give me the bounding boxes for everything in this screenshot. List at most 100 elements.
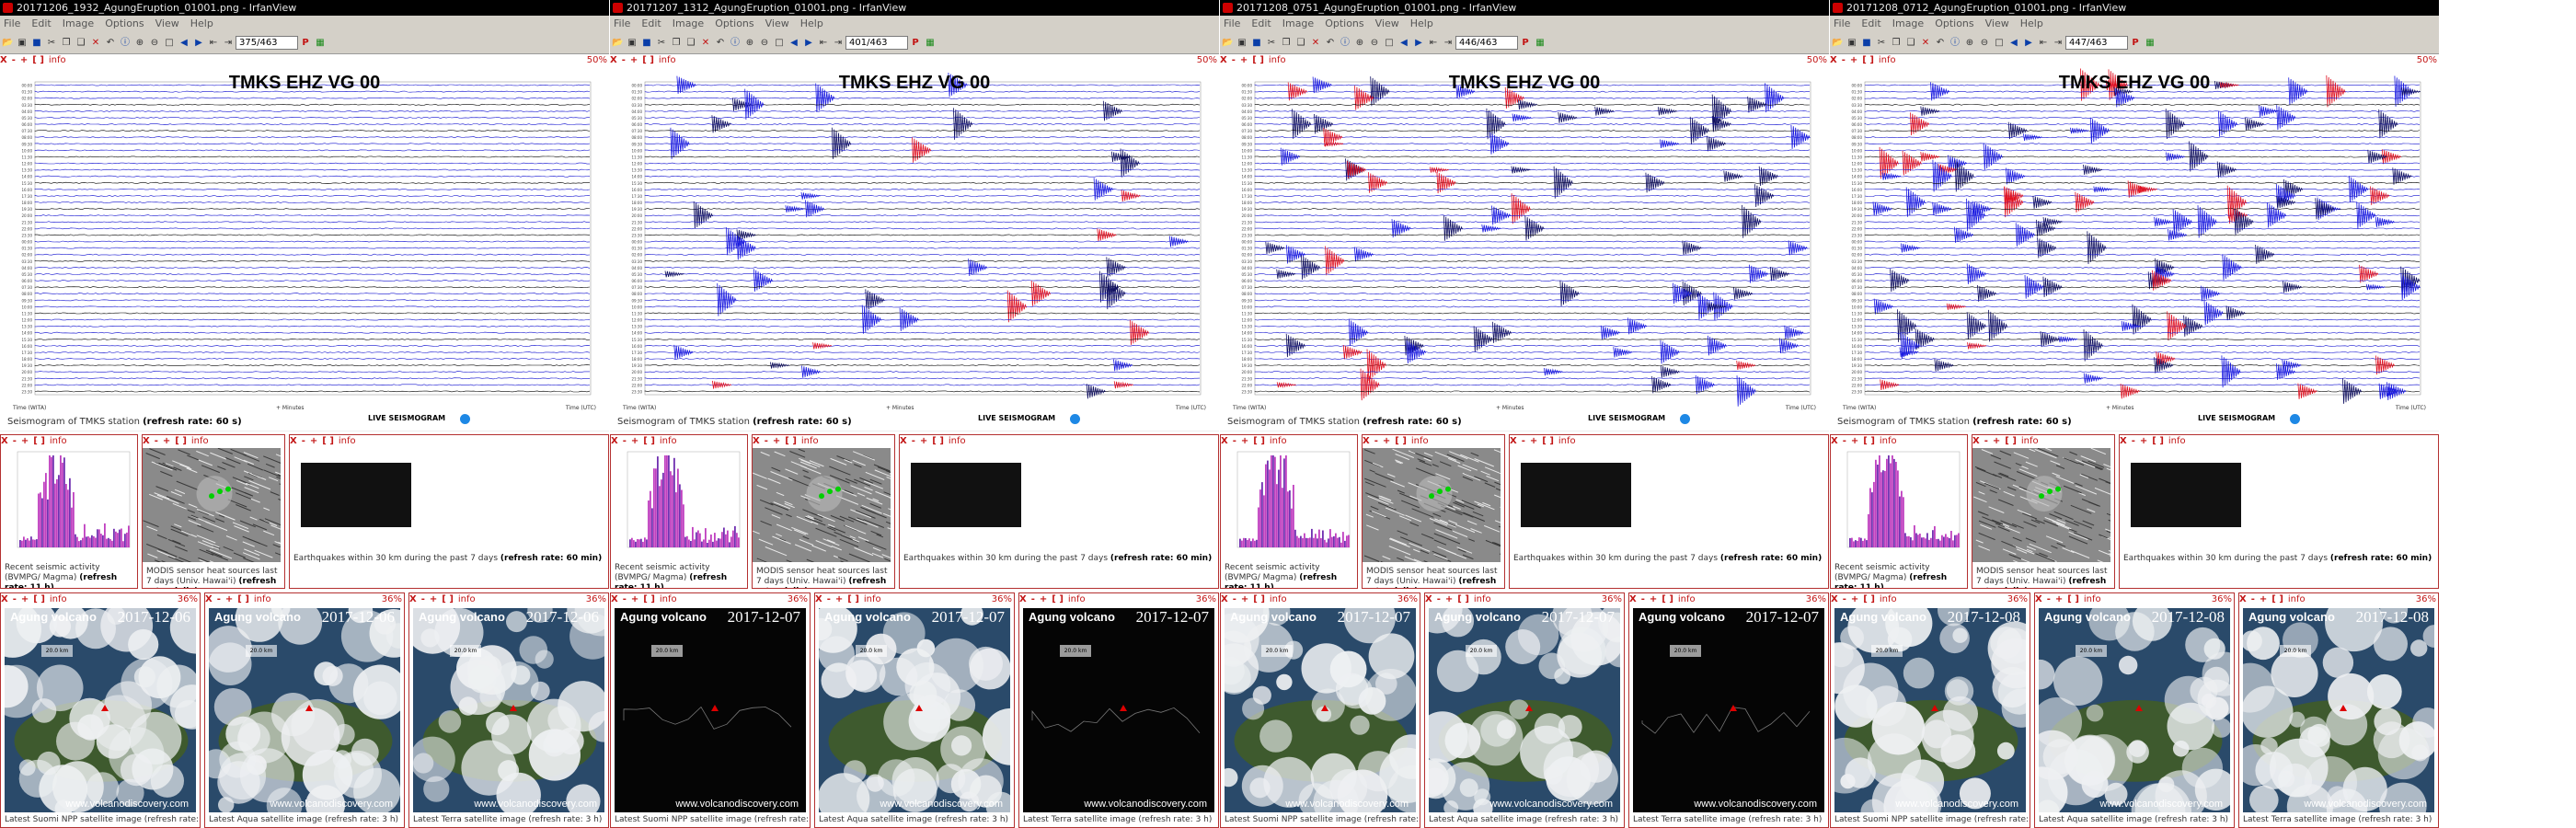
fullscreen-button[interactable]: [ ] [33, 594, 45, 604]
fullscreen-button[interactable]: [ ] [785, 436, 797, 446]
menu-view[interactable]: View [155, 17, 179, 29]
window-titlebar[interactable]: 20171206_1932_AgungEruption_01001.png - … [0, 0, 609, 16]
close-panel-button[interactable]: X [1831, 436, 1838, 446]
close-panel-button[interactable]: X [753, 436, 760, 446]
open-folder-icon[interactable]: 📂 [612, 38, 623, 49]
close-panel-button[interactable]: X [815, 594, 822, 604]
undo-icon[interactable]: ↶ [1935, 38, 1946, 49]
fullscreen-button[interactable]: [ ] [1052, 594, 1064, 604]
zoom-in-icon[interactable]: ⊕ [744, 38, 755, 49]
close-panel-button[interactable]: X [610, 55, 617, 65]
file-position-field[interactable]: 447/463 [2065, 36, 2128, 50]
undo-icon[interactable]: ↶ [715, 38, 726, 49]
fullscreen-button[interactable]: [ ] [237, 594, 249, 604]
zoom-in-button[interactable]: + [631, 436, 638, 446]
menu-edit[interactable]: Edit [1251, 17, 1271, 29]
close-panel-button[interactable]: X [1830, 55, 1837, 65]
fullscreen-button[interactable]: [ ] [643, 436, 655, 446]
save-icon[interactable]: ■ [31, 38, 42, 49]
close-panel-button[interactable]: X [1831, 594, 1838, 604]
zoom-in-button[interactable]: + [225, 594, 233, 604]
fullscreen-button[interactable]: [ ] [1862, 55, 1874, 65]
cut-icon[interactable]: ✂ [1876, 38, 1887, 49]
info-link[interactable]: info [1880, 436, 1897, 446]
last-file-icon[interactable]: ⇥ [223, 38, 234, 49]
next-icon[interactable]: ▶ [803, 38, 814, 49]
cut-icon[interactable]: ✂ [1266, 38, 1277, 49]
close-panel-button[interactable]: X [1629, 594, 1637, 604]
zoom-out-button[interactable]: - [912, 436, 915, 446]
fit-icon[interactable]: □ [774, 38, 785, 49]
fullscreen-button[interactable]: [ ] [1252, 55, 1264, 65]
close-panel-button[interactable]: X [1221, 594, 1228, 604]
info-link[interactable]: info [254, 594, 271, 604]
paste-icon[interactable]: ❑ [75, 38, 86, 49]
fullscreen-button[interactable]: [ ] [2005, 436, 2017, 446]
thumbnails-icon[interactable]: ▦ [315, 38, 326, 49]
zoom-in-button[interactable]: + [1851, 436, 1858, 446]
info-link[interactable]: info [659, 55, 676, 65]
fullscreen-button[interactable]: [ ] [847, 594, 859, 604]
paint-icon[interactable]: P [2130, 38, 2141, 49]
zoom-out-button[interactable]: - [302, 436, 305, 446]
zoom-out-button[interactable]: - [217, 594, 221, 604]
fullscreen-button[interactable]: [ ] [1253, 594, 1265, 604]
close-panel-button[interactable]: X [143, 436, 150, 446]
slideshow-icon[interactable]: ▣ [17, 38, 28, 49]
paste-icon[interactable]: ❑ [1295, 38, 1306, 49]
delete-icon[interactable]: ✕ [700, 38, 711, 49]
menu-options[interactable]: Options [715, 17, 753, 29]
zoom-out-button[interactable]: - [2251, 594, 2255, 604]
window-titlebar[interactable]: 20171208_0712_AgungEruption_01001.png - … [1830, 0, 2439, 16]
fullscreen-button[interactable]: [ ] [2067, 594, 2079, 604]
info-link[interactable]: info [660, 594, 677, 604]
zoom-in-button[interactable]: + [21, 436, 29, 446]
fullscreen-button[interactable]: [ ] [643, 594, 655, 604]
previous-icon[interactable]: ◀ [1398, 38, 1409, 49]
copy-icon[interactable]: ❐ [1281, 38, 1292, 49]
zoom-in-button[interactable]: + [1851, 594, 1858, 604]
menu-edit[interactable]: Edit [641, 17, 661, 29]
first-file-icon[interactable]: ⇤ [2038, 38, 2049, 49]
info-link[interactable]: info [2021, 436, 2039, 446]
info-link[interactable]: info [458, 594, 476, 604]
zoom-in-button[interactable]: + [1241, 594, 1248, 604]
menu-image[interactable]: Image [1892, 17, 1924, 29]
info-link[interactable]: info [50, 594, 67, 604]
zoom-out-button[interactable]: - [421, 594, 425, 604]
save-icon[interactable]: ■ [1861, 38, 1872, 49]
zoom-in-button[interactable]: + [21, 594, 29, 604]
zoom-out-button[interactable]: - [1233, 594, 1236, 604]
zoom-out-icon[interactable]: ⊖ [1369, 38, 1380, 49]
paint-icon[interactable]: P [1520, 38, 1531, 49]
paint-icon[interactable]: P [300, 38, 311, 49]
delete-icon[interactable]: ✕ [1920, 38, 1931, 49]
info-icon[interactable]: ⓘ [730, 38, 741, 49]
zoom-in-button[interactable]: + [773, 436, 780, 446]
fullscreen-button[interactable]: [ ] [322, 436, 334, 446]
info-link[interactable]: info [1270, 594, 1287, 604]
fullscreen-button[interactable]: [ ] [175, 436, 187, 446]
menu-help[interactable]: Help [800, 17, 823, 29]
next-icon[interactable]: ▶ [2023, 38, 2034, 49]
cut-icon[interactable]: ✂ [656, 38, 667, 49]
undo-icon[interactable]: ↶ [105, 38, 116, 49]
zoom-out-button[interactable]: - [1232, 55, 1236, 65]
menu-edit[interactable]: Edit [31, 17, 51, 29]
paste-icon[interactable]: ❑ [1905, 38, 1916, 49]
fullscreen-button[interactable]: [ ] [32, 55, 44, 65]
fullscreen-button[interactable]: [ ] [33, 436, 45, 446]
close-panel-button[interactable]: X [1363, 436, 1370, 446]
close-panel-button[interactable]: X [1972, 436, 1980, 446]
zoom-out-button[interactable]: - [1522, 436, 1525, 446]
zoom-out-button[interactable]: - [2047, 594, 2051, 604]
close-panel-button[interactable]: X [409, 594, 417, 604]
menu-file[interactable]: File [1834, 17, 1850, 29]
info-link[interactable]: info [949, 436, 966, 446]
menu-file[interactable]: File [614, 17, 630, 29]
menu-edit[interactable]: Edit [1861, 17, 1880, 29]
close-panel-button[interactable]: X [611, 594, 618, 604]
zoom-in-button[interactable]: + [163, 436, 170, 446]
info-link[interactable]: info [2288, 594, 2306, 604]
first-file-icon[interactable]: ⇤ [1428, 38, 1439, 49]
